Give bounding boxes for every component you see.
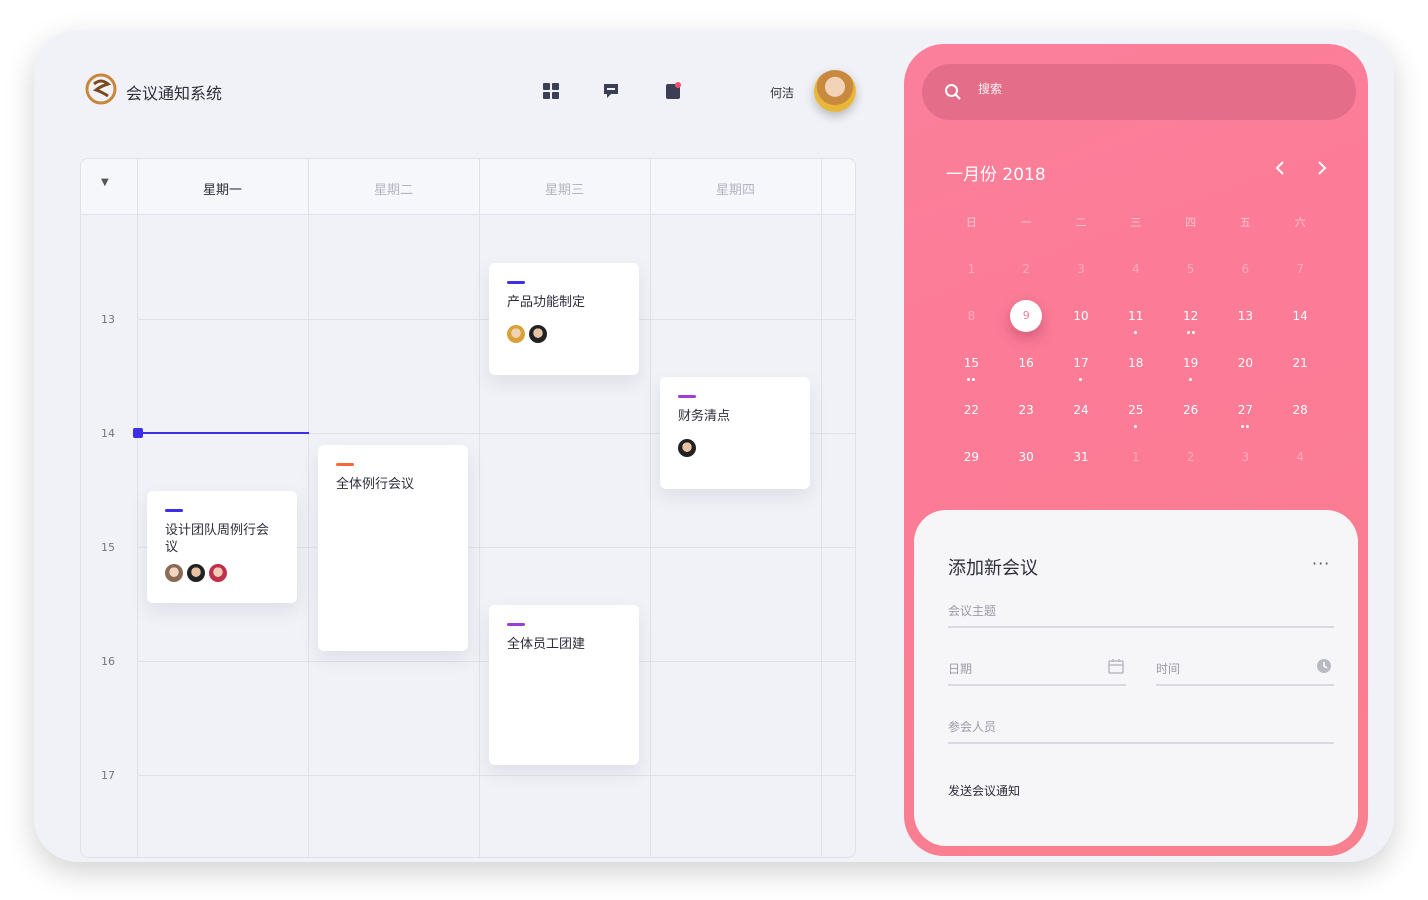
avatar: [187, 564, 205, 582]
event-dots: [1218, 422, 1273, 428]
event-attendees: [507, 325, 621, 343]
user-avatar[interactable]: [814, 70, 856, 112]
topic-field[interactable]: [948, 600, 1334, 628]
event-dots: [1108, 422, 1163, 428]
month-title: 一月份 2018: [946, 160, 1046, 185]
month-label: 一月份: [946, 165, 997, 185]
app-logo: [85, 73, 117, 105]
event-attendees: [678, 439, 792, 457]
event-accent-bar: [336, 463, 354, 466]
event-accent-bar: [678, 395, 696, 398]
add-meeting-form: 添加新会议 ··· 会议主题 日期 时间 参会人员 发送会议通知: [914, 510, 1358, 846]
event-title: 设计团队周例行会议: [165, 523, 270, 555]
chevron-right-icon[interactable]: [1312, 158, 1332, 178]
calendar-day[interactable]: 31: [1054, 449, 1109, 496]
current-time-marker: [133, 428, 143, 438]
avatar: [529, 325, 547, 343]
notification-icon[interactable]: [664, 82, 682, 100]
event-title: 财务清点: [678, 409, 731, 424]
event-title: 产品功能制定: [507, 295, 586, 310]
more-options-icon[interactable]: ···: [1312, 554, 1330, 573]
current-time-line: [137, 432, 309, 434]
event-attendees: [165, 564, 279, 582]
week-schedule: ▼ 星期一 星期二 星期三 星期四 13 14 15 16 17 产品功能制定: [80, 158, 856, 858]
calendar-icon[interactable]: [1108, 658, 1124, 674]
event-accent-bar: [507, 623, 525, 626]
event-title: 全体例行会议: [336, 477, 415, 492]
chat-icon[interactable]: [602, 82, 620, 100]
side-panel: 一月份 2018 日 一 二 三 四 五 六 1 2 3 4: [904, 44, 1368, 856]
date-input[interactable]: [948, 662, 1126, 676]
app-window: 会议通知系统 何洁 ▼ 星期一 星期二 星期三 星期四 13 14 15 16: [34, 30, 1394, 862]
event-card-finance[interactable]: 财务清点: [660, 377, 810, 489]
event-title: 全体员工团建: [507, 637, 586, 652]
avatar: [678, 439, 696, 457]
attendees-field[interactable]: [948, 716, 1334, 744]
event-accent-bar: [507, 281, 525, 284]
chevron-left-icon[interactable]: [1270, 158, 1290, 178]
calendar-day[interactable]: 1: [1108, 449, 1163, 496]
date-field[interactable]: [948, 658, 1126, 686]
search-input[interactable]: [978, 82, 1318, 96]
event-card-product[interactable]: 产品功能制定: [489, 263, 639, 375]
column-divider: [479, 159, 480, 857]
event-dots: [1108, 328, 1163, 334]
user-name: 何洁: [770, 86, 795, 100]
avatar: [209, 564, 227, 582]
day-header-tue[interactable]: 星期二: [308, 179, 479, 198]
topic-input[interactable]: [948, 604, 1334, 618]
send-notification-button[interactable]: 发送会议通知: [948, 782, 1020, 799]
app-title: 会议通知系统: [126, 84, 223, 103]
event-dots: [1054, 375, 1109, 381]
event-accent-bar: [165, 509, 183, 512]
column-divider: [137, 159, 138, 857]
event-card-team-building[interactable]: 全体员工团建: [489, 605, 639, 765]
calendar-day[interactable]: 30: [999, 449, 1054, 496]
hour-label: 17: [101, 769, 115, 782]
event-dots: [1163, 375, 1218, 381]
avatar: [507, 325, 525, 343]
day-header-thu[interactable]: 星期四: [650, 179, 821, 198]
year-label: 2018: [1002, 165, 1046, 185]
hour-divider: [137, 775, 855, 776]
hour-label: 14: [101, 427, 115, 440]
column-divider: [650, 159, 651, 857]
attendees-input[interactable]: [948, 720, 1334, 734]
mini-calendar: 日 一 二 三 四 五 六 1 2 3 4 5 6 7 8 9 10 11 12…: [944, 214, 1328, 496]
time-input[interactable]: [1156, 662, 1334, 676]
column-divider: [821, 159, 822, 857]
search-bar[interactable]: [922, 64, 1356, 120]
search-icon[interactable]: [944, 83, 962, 101]
calendar-day[interactable]: 3: [1218, 449, 1273, 496]
event-dots: [1163, 328, 1218, 334]
day-header-wed[interactable]: 星期三: [479, 179, 650, 198]
avatar: [165, 564, 183, 582]
hour-label: 13: [101, 313, 115, 326]
hour-label: 15: [101, 541, 115, 554]
calendar-day[interactable]: 29: [944, 449, 999, 496]
form-title: 添加新会议: [948, 558, 1038, 579]
event-card-all-hands[interactable]: 全体例行会议: [318, 445, 468, 651]
hour-label: 16: [101, 655, 115, 668]
event-dots: [944, 375, 999, 381]
time-field[interactable]: [1156, 658, 1334, 686]
day-header-mon[interactable]: 星期一: [137, 179, 308, 198]
grid-icon[interactable]: [542, 82, 560, 100]
caret-down-icon[interactable]: ▼: [101, 177, 109, 188]
calendar-day[interactable]: 2: [1163, 449, 1218, 496]
week-row: 29 30 31 1 2 3 4: [944, 449, 1328, 496]
event-card-design-weekly[interactable]: 设计团队周例行会议: [147, 491, 297, 603]
column-divider: [308, 159, 309, 857]
calendar-day[interactable]: 4: [1273, 449, 1328, 496]
clock-icon[interactable]: [1316, 658, 1332, 674]
